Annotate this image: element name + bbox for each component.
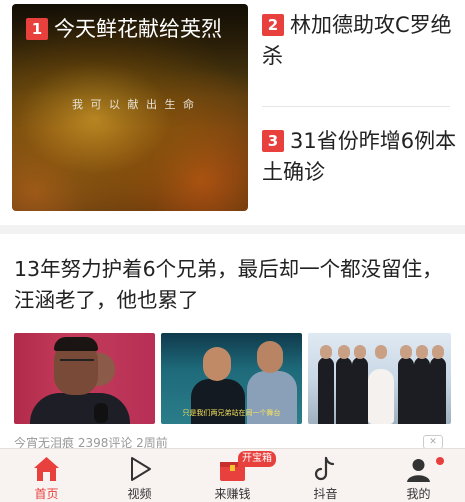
notification-dot — [436, 457, 444, 465]
user-icon — [407, 459, 430, 482]
tab-home[interactable]: 首页 — [0, 449, 93, 502]
hot-list-section: 1 今天鲜花献给英烈 我 可 以 献 出 生 命 2 林加德助攻C罗绝杀 3 31省份… — [0, 0, 465, 225]
tab-video[interactable]: 视频 — [93, 449, 186, 502]
glasses-shape — [60, 359, 94, 368]
article-thumbnail-3[interactable] — [308, 333, 451, 424]
hot-list-item-3-text: 31省份昨增6例本土确诊 — [262, 129, 457, 184]
play-icon — [131, 457, 151, 481]
article-title[interactable]: 13年努力护着6个兄弟，最后却一个都没留住，汪涵老了，他也累了 — [14, 254, 454, 316]
tab-home-label: 首页 — [34, 487, 59, 501]
dismiss-button[interactable]: ✕ — [423, 435, 443, 449]
douyin-icon — [314, 456, 335, 481]
rank-badge-1: 1 — [26, 18, 48, 40]
hot-list-divider — [262, 106, 450, 107]
tab-douyin-label: 抖音 — [313, 487, 338, 501]
tab-earn-label: 来赚钱 — [214, 487, 251, 501]
news-article-card[interactable]: 13年努力护着6个兄弟，最后却一个都没留住，汪涵老了，他也累了 只是我们两兄弟站… — [0, 234, 465, 450]
tab-earn[interactable]: 开宝箱 来赚钱 — [186, 449, 279, 502]
hot-list-item-2[interactable]: 2 林加德助攻C罗绝杀 — [262, 10, 457, 72]
thumbnail-subtitle: 只是我们两兄弟站在同一个舞台 — [182, 409, 281, 417]
rank-badge-2: 2 — [262, 14, 284, 36]
hot-list-item-3[interactable]: 3 31省份昨增6例本土确诊 — [262, 126, 457, 188]
microphone-shape — [94, 403, 108, 423]
hot-list-item-2-text: 林加德助攻C罗绝杀 — [262, 13, 452, 68]
bottom-tab-bar: 首页 视频 开宝箱 来赚钱 抖音 我的 — [0, 448, 465, 502]
hot-featured-card[interactable]: 1 今天鲜花献给英烈 我 可 以 献 出 生 命 — [12, 4, 248, 211]
rank-badge-3: 3 — [262, 130, 284, 152]
treasure-badge: 开宝箱 — [238, 451, 276, 467]
bride-dress-shape — [368, 369, 394, 424]
article-thumbnail-2[interactable]: 只是我们两兄弟站在同一个舞台 — [161, 333, 302, 424]
tab-video-label: 视频 — [127, 487, 152, 501]
tab-me-label: 我的 — [406, 487, 431, 501]
image-caption: 我 可 以 献 出 生 命 — [72, 98, 196, 111]
tab-me[interactable]: 我的 — [372, 449, 465, 502]
article-thumbnail-1[interactable] — [14, 333, 155, 424]
home-icon — [34, 457, 59, 481]
hot-featured-title-text: 今天鲜花献给英烈 — [54, 17, 222, 41]
hot-featured-title[interactable]: 1 今天鲜花献给英烈 — [26, 14, 238, 45]
article-thumbnails: 只是我们两兄弟站在同一个舞台 — [14, 333, 451, 424]
section-gap — [0, 225, 465, 234]
tab-douyin[interactable]: 抖音 — [279, 449, 372, 502]
